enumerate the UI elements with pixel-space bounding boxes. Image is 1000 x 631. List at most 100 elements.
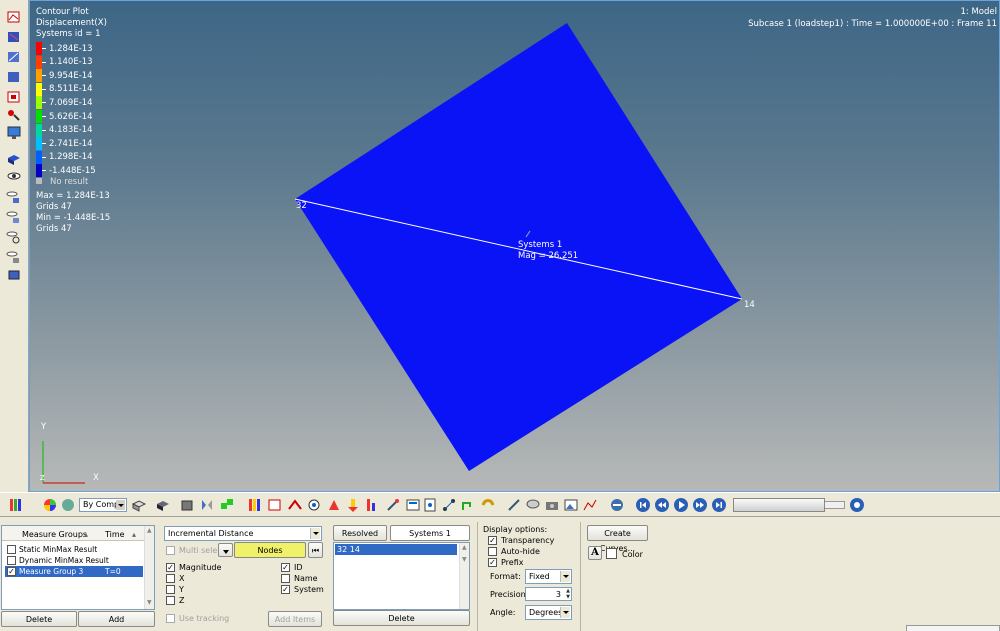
hotspot-icon[interactable] <box>345 497 361 513</box>
query-icon[interactable] <box>405 497 421 513</box>
reset-selection-icon[interactable]: ⏮ <box>308 542 323 558</box>
reverse-icon[interactable] <box>6 250 22 264</box>
first-frame-icon[interactable] <box>635 497 651 513</box>
results-toolbar: By Comp <box>0 492 1000 517</box>
auto-hide-checkbox[interactable] <box>488 547 497 556</box>
component-color-icon[interactable] <box>219 497 235 513</box>
system-checkbox[interactable]: ✓ <box>281 585 290 594</box>
system-label: System <box>294 585 324 594</box>
resolved-in-button[interactable]: Resolved in... <box>333 525 387 553</box>
measure-groups-list[interactable]: Measure Groups ▴ Time ▴ Static MinMax Re… <box>1 525 155 610</box>
note-bubble-icon[interactable] <box>525 497 541 513</box>
graphics-viewport[interactable]: Contour Plot Displacement(X) Systems id … <box>29 0 1000 492</box>
element-group-icon[interactable] <box>6 268 22 282</box>
color-mode-select[interactable]: By Comp <box>79 498 127 512</box>
scroll-down-icon[interactable]: ▼ <box>147 599 152 606</box>
scroll-up-icon[interactable]: ▲ <box>147 527 152 534</box>
entity-type-dropdown[interactable] <box>218 543 233 557</box>
contour-panel-icon[interactable] <box>247 497 263 513</box>
multi-select-checkbox[interactable] <box>166 546 175 555</box>
contour-type-icon[interactable] <box>8 497 24 513</box>
scroll-up-icon[interactable]: ▲ <box>462 544 467 551</box>
color-wheel-icon[interactable] <box>42 497 58 513</box>
node-path-icon[interactable] <box>460 497 476 513</box>
y-checkbox[interactable] <box>166 585 175 594</box>
resolved-items-list[interactable]: 32 14 ▲ ▼ <box>333 542 470 610</box>
id-checkbox[interactable]: ✓ <box>281 563 290 572</box>
delete-group-button[interactable]: Delete <box>1 611 77 627</box>
sort-arrow-icon[interactable]: ▴ <box>84 530 88 539</box>
measure-group-checkbox[interactable] <box>7 556 16 565</box>
plot-style-icon[interactable] <box>365 497 381 513</box>
resolved-item[interactable]: 32 14 <box>335 544 457 555</box>
image-icon[interactable] <box>563 497 579 513</box>
vector-icon[interactable] <box>6 50 22 64</box>
z-checkbox[interactable] <box>166 596 175 605</box>
display-mode-icon[interactable] <box>6 152 22 166</box>
precision-stepper[interactable]: 3 ▲ ▼ <box>525 587 572 601</box>
stepper-arrows-icon[interactable]: ▲ ▼ <box>566 588 570 600</box>
deformed-panel-icon[interactable] <box>267 497 283 513</box>
vector-panel-icon[interactable] <box>287 497 303 513</box>
nodes-button[interactable]: Nodes <box>234 542 306 558</box>
angle-select[interactable]: Degrees <box>525 605 572 620</box>
contour-icon[interactable] <box>6 10 22 24</box>
list-scrollbar[interactable]: ▲ ▼ <box>459 543 469 609</box>
iso-icon[interactable] <box>6 90 22 104</box>
deformed-icon[interactable] <box>6 30 22 44</box>
font-button[interactable]: A <box>588 546 602 560</box>
measure-group-checkbox[interactable] <box>7 545 16 554</box>
paint-icon[interactable] <box>326 497 342 513</box>
format-select[interactable]: Fixed <box>525 569 572 584</box>
section-cut-icon[interactable] <box>480 497 496 513</box>
measure-group-name: Static MinMax Result <box>19 545 98 554</box>
measure-group-row[interactable]: Dynamic MinMax Result <box>5 555 143 566</box>
add-group-button[interactable]: Add <box>78 611 155 627</box>
notes-icon[interactable] <box>422 497 438 513</box>
measure-group-row[interactable]: Static MinMax Result <box>5 544 143 555</box>
hide-entity-icon[interactable] <box>6 210 22 224</box>
animation-mode-icon[interactable] <box>609 497 625 513</box>
delete-item-button[interactable]: Delete <box>333 610 470 626</box>
color-icon[interactable] <box>60 497 76 513</box>
legend-entry: 1.140E-13 <box>36 55 93 69</box>
play-icon[interactable] <box>673 497 689 513</box>
prefix-checkbox[interactable]: ✓ <box>488 558 497 567</box>
tensor-icon[interactable] <box>6 70 22 84</box>
measure-type-select[interactable]: Incremental Distance <box>164 526 322 541</box>
show-entity-icon[interactable] <box>6 190 22 204</box>
resolved-system-button[interactable]: Systems 1 <box>390 525 470 541</box>
mesh-style-icon[interactable] <box>131 497 147 513</box>
box-icon[interactable] <box>179 497 195 513</box>
view-visibility-icon[interactable] <box>6 170 22 184</box>
use-tracking-checkbox[interactable] <box>166 614 175 623</box>
color-swatch[interactable] <box>606 548 617 559</box>
iso-panel-icon[interactable] <box>306 497 322 513</box>
pen-icon[interactable] <box>506 497 522 513</box>
measure-group-row[interactable]: ✓ Measure Group 3 T=0 <box>5 566 143 577</box>
isolate-icon[interactable] <box>6 230 22 244</box>
mirror-icon[interactable] <box>199 497 215 513</box>
measure-group-checkbox[interactable]: ✓ <box>7 567 16 576</box>
list-scrollbar[interactable]: ▲ ▼ <box>144 526 154 609</box>
tracing-icon[interactable] <box>6 108 22 122</box>
last-frame-icon[interactable] <box>711 497 727 513</box>
animation-settings-icon[interactable] <box>849 497 865 513</box>
create-curves-button[interactable]: Create Curves... <box>587 525 648 553</box>
magnitude-checkbox[interactable]: ✓ <box>166 563 175 572</box>
rewind-icon[interactable] <box>654 497 670 513</box>
curve-icon[interactable] <box>582 497 598 513</box>
sort-arrow-icon[interactable]: ▴ <box>132 530 136 539</box>
tracing-tool-icon[interactable] <box>385 497 401 513</box>
x-checkbox[interactable] <box>166 574 175 583</box>
transparency-checkbox[interactable]: ✓ <box>488 536 497 545</box>
frame-slider-thumb[interactable] <box>733 498 825 512</box>
add-items-button[interactable]: Add Items <box>268 611 322 627</box>
shaded-style-icon[interactable] <box>155 497 171 513</box>
name-checkbox[interactable] <box>281 574 290 583</box>
fast-forward-icon[interactable] <box>692 497 708 513</box>
scroll-down-icon[interactable]: ▼ <box>462 556 467 563</box>
monitor-icon[interactable] <box>6 126 22 140</box>
camera-icon[interactable] <box>544 497 560 513</box>
measure-icon[interactable] <box>441 497 457 513</box>
